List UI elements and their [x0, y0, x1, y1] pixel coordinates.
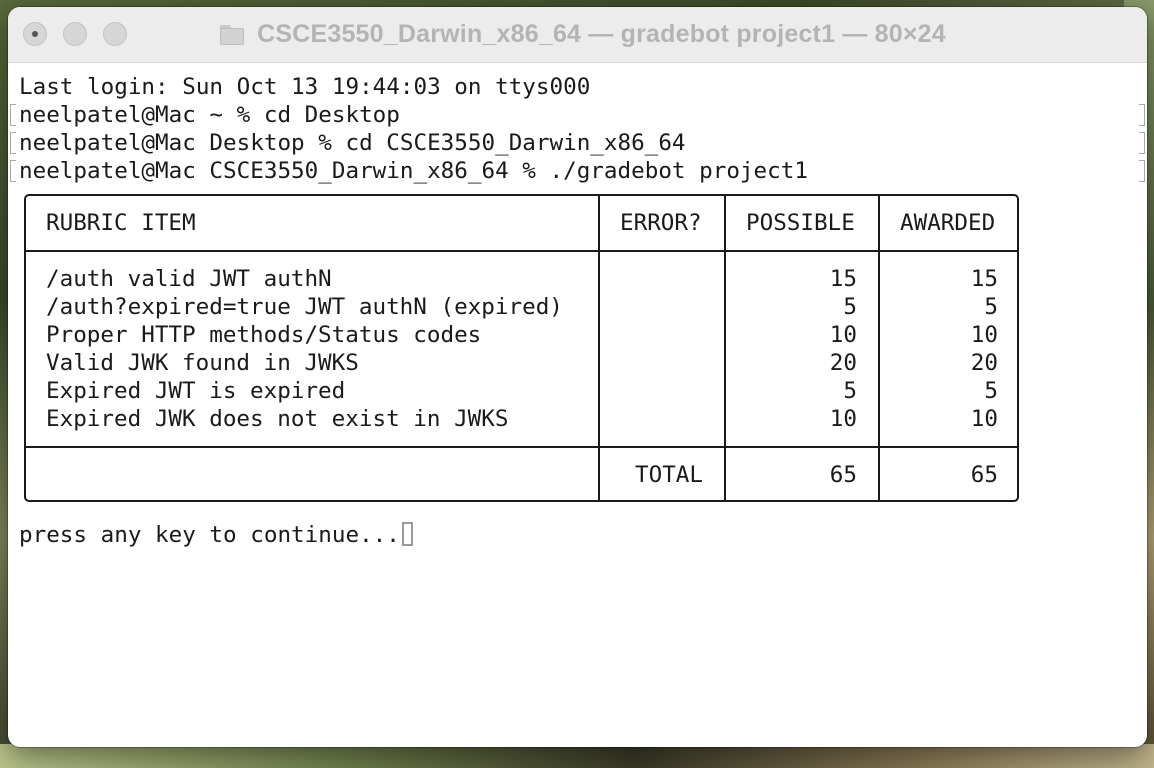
header-awarded: AWARDED: [900, 210, 996, 236]
awarded-value: 20: [970, 350, 998, 376]
terminal-line-cmd: neelpatel@Mac ~ % cd Desktop: [19, 102, 400, 128]
terminal-line-login: Last login: Sun Oct 13 19:44:03 on ttys0…: [19, 74, 591, 100]
rubric-table: RUBRIC ITEM ERROR? POSSIBLE AWARDED /aut…: [24, 194, 1019, 502]
rubric-item: /auth valid JWT authN: [46, 266, 332, 292]
awarded-value: 10: [970, 322, 998, 348]
terminal-line-cmd: neelpatel@Mac CSCE3550_Darwin_x86_64 % .…: [19, 158, 808, 184]
line-mark-right: [1139, 104, 1145, 126]
rubric-item: Expired JWT is expired: [46, 378, 346, 404]
terminal-line-cmd: neelpatel@Mac Desktop % cd CSCE3550_Darw…: [19, 130, 686, 156]
awarded-value: 15: [970, 266, 998, 292]
rubric-item: /auth?expired=true JWT authN (expired): [46, 294, 563, 320]
possible-value: 10: [829, 406, 857, 432]
terminal-window: CSCE3550_Darwin_x86_64 — gradebot projec…: [8, 7, 1147, 747]
terminal-prompt-line[interactable]: press any key to continue...: [19, 521, 413, 549]
column-divider: [878, 196, 880, 500]
total-possible: 65: [829, 462, 857, 488]
total-divider: [26, 446, 1017, 448]
awarded-value: 5: [984, 378, 998, 404]
window-title-group: CSCE3550_Darwin_x86_64 — gradebot projec…: [8, 7, 1147, 62]
awarded-value: 10: [970, 406, 998, 432]
header-divider: [26, 250, 1017, 252]
possible-value: 15: [829, 266, 857, 292]
possible-value: 20: [829, 350, 857, 376]
line-mark-left: [10, 132, 16, 154]
rubric-item: Valid JWK found in JWKS: [46, 350, 359, 376]
header-possible: POSSIBLE: [746, 210, 855, 236]
desktop-wallpaper-bottom: [0, 744, 1154, 768]
window-titlebar[interactable]: CSCE3550_Darwin_x86_64 — gradebot projec…: [8, 7, 1147, 63]
total-label: TOTAL: [634, 462, 703, 488]
line-mark-left: [10, 160, 16, 182]
rubric-item: Proper HTTP methods/Status codes: [46, 322, 482, 348]
header-error: ERROR?: [620, 210, 702, 236]
line-mark-right: [1139, 132, 1145, 154]
column-divider: [598, 196, 600, 500]
terminal-content[interactable]: Last login: Sun Oct 13 19:44:03 on ttys0…: [8, 63, 1147, 747]
header-rubric-item: RUBRIC ITEM: [46, 210, 196, 236]
folder-icon: [219, 24, 245, 46]
awarded-value: 5: [984, 294, 998, 320]
text-cursor: [401, 521, 413, 546]
continue-prompt: press any key to continue...: [19, 522, 400, 548]
column-divider: [724, 196, 726, 500]
total-awarded: 65: [970, 462, 998, 488]
possible-value: 5: [843, 294, 857, 320]
possible-value: 10: [829, 322, 857, 348]
line-mark-right: [1139, 160, 1145, 182]
window-title: CSCE3550_Darwin_x86_64 — gradebot projec…: [257, 20, 946, 48]
possible-value: 5: [843, 378, 857, 404]
line-mark-left: [10, 104, 16, 126]
rubric-item: Expired JWK does not exist in JWKS: [46, 406, 509, 432]
